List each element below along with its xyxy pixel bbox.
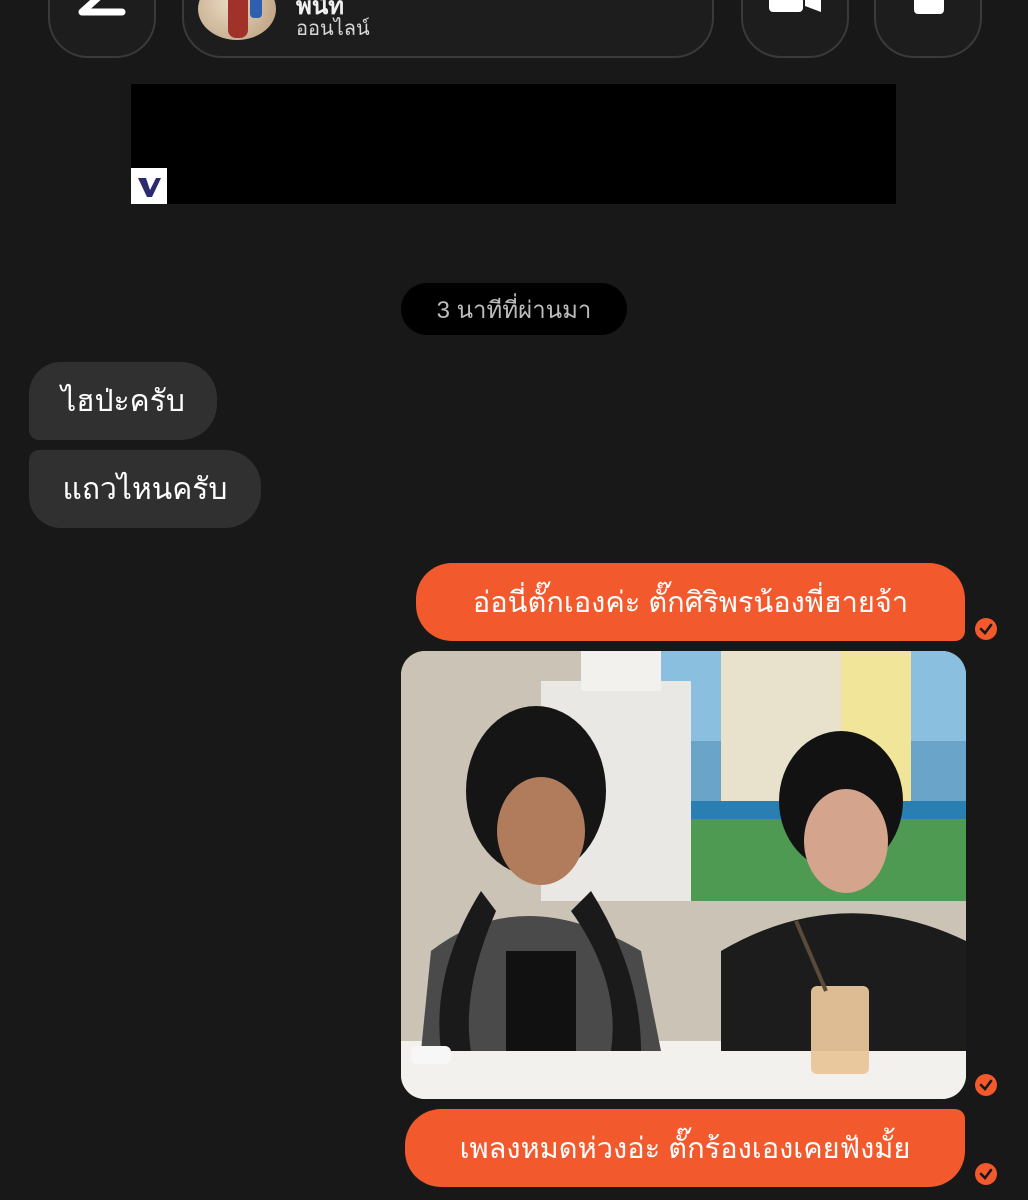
contact-status: ออนไลน์ (296, 18, 370, 40)
media-logo-icon (131, 168, 167, 204)
outgoing-message[interactable]: เพลงหมดห่วงอ่ะ ตั๊กร้องเองเคยฟังมั้ย (405, 1109, 965, 1187)
voice-call-button[interactable] (874, 0, 982, 58)
redacted-media-message[interactable] (131, 84, 896, 204)
back-button[interactable] (48, 0, 156, 58)
video-call-button[interactable] (741, 0, 849, 58)
check-circle-icon (975, 1074, 997, 1096)
check-circle-icon (975, 1163, 997, 1185)
check-circle-icon (975, 618, 997, 640)
outgoing-photo[interactable] (401, 651, 966, 1099)
arrow-left-icon (78, 0, 126, 16)
outgoing-message[interactable]: อ่อนี่ตั๊กเองค่ะ ตั๊กศิริพรน้องพี่ฮายจ้า (416, 563, 965, 641)
timestamp-divider: 3 นาทีที่ผ่านมา (401, 283, 627, 335)
incoming-message[interactable]: แถวไหนครับ (29, 450, 261, 528)
phone-icon (914, 0, 944, 14)
video-camera-icon (769, 0, 821, 12)
incoming-message[interactable]: ไฮป่ะครับ (29, 362, 217, 440)
